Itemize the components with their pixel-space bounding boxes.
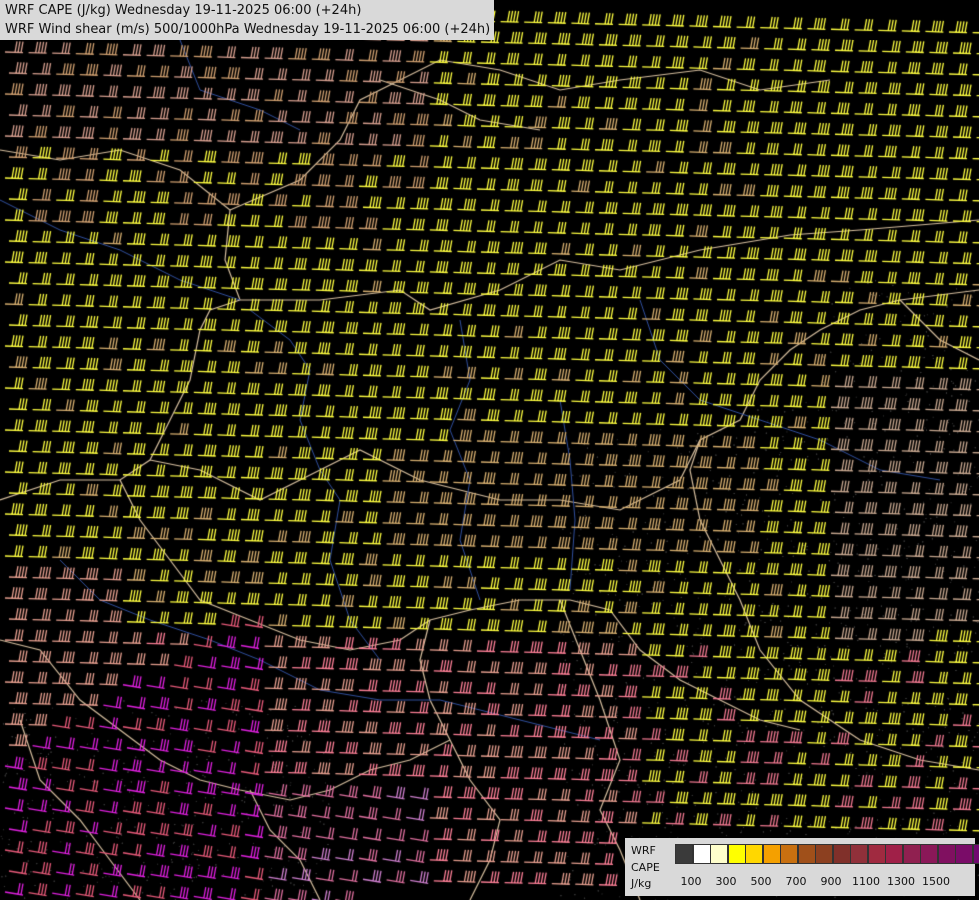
cape-title: WRF CAPE (J/kg) Wednesday 19-11-2025 06:… <box>5 3 362 18</box>
legend-swatch <box>885 844 903 864</box>
legend-tick-label: 100 <box>680 875 702 888</box>
legend-swatch <box>832 844 851 864</box>
weather-map <box>0 0 979 900</box>
legend-swatch <box>955 844 973 864</box>
legend-label-model: WRF <box>631 844 656 857</box>
legend-swatch <box>815 844 833 864</box>
legend-tick-label: 700 <box>785 875 807 888</box>
legend-swatch <box>762 844 781 864</box>
legend-swatch <box>902 844 921 864</box>
legend-swatch <box>675 844 693 864</box>
legend-tick-label: 500 <box>750 875 772 888</box>
legend-tick-label: 900 <box>820 875 842 888</box>
legend-swatch <box>867 844 886 864</box>
legend-tick-label: 1300 <box>887 875 915 888</box>
legend-swatch <box>920 844 938 864</box>
legend-swatch <box>745 844 763 864</box>
legend-tick-label: 1100 <box>852 875 880 888</box>
legend-swatch <box>780 844 798 864</box>
legend-tick-label: 300 <box>715 875 737 888</box>
legend-swatch <box>937 844 956 864</box>
legend-swatch <box>692 844 711 864</box>
wind-shear-title: WRF Wind shear (m/s) 500/1000hPa Wednesd… <box>5 22 491 37</box>
legend-swatch <box>850 844 868 864</box>
legend-swatch <box>797 844 816 864</box>
legend-swatch <box>972 844 979 864</box>
map-title-box: WRF CAPE (J/kg) Wednesday 19-11-2025 06:… <box>0 0 495 40</box>
legend-label-unit: J/kg <box>631 877 652 890</box>
cape-legend: WRF CAPE J/kg 100 300 500 700 900 1100 1300 150… <box>625 838 979 896</box>
legend-swatch <box>727 844 746 864</box>
legend-label-variable: CAPE <box>631 861 660 874</box>
legend-swatch <box>710 844 728 864</box>
legend-tick-label: 1500 <box>922 875 950 888</box>
